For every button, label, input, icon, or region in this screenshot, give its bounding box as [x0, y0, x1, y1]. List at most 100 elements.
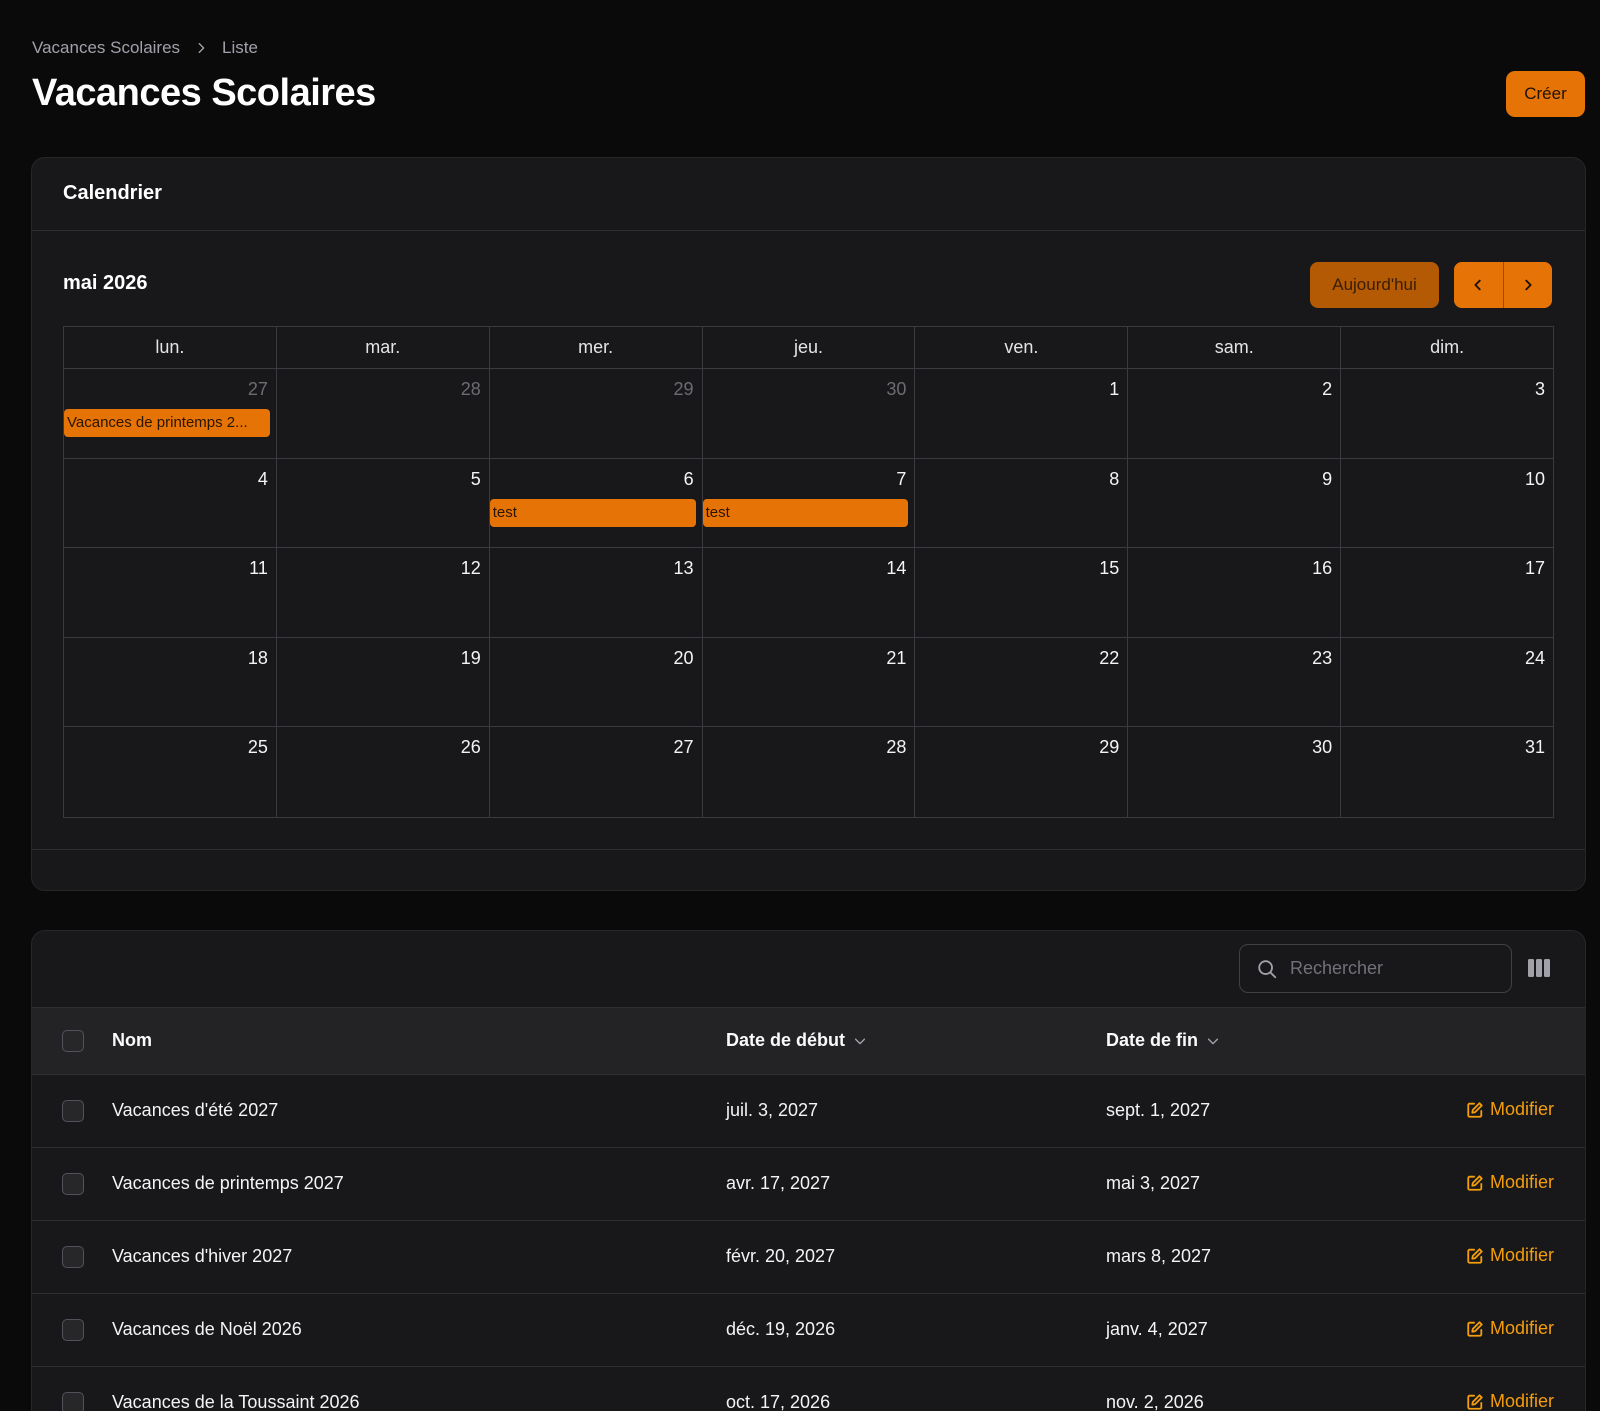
- select-all-checkbox[interactable]: [62, 1030, 84, 1052]
- table-row[interactable]: Vacances de Noël 2026 déc. 19, 2026 janv. …: [32, 1294, 1585, 1367]
- calendar-day-cell[interactable]: 26: [277, 727, 490, 817]
- calendar-day-cell[interactable]: 11: [64, 548, 277, 637]
- calendar-day-cell[interactable]: 13: [490, 548, 703, 637]
- calendar-day-number: 26: [460, 737, 481, 757]
- row-name: Vacances de Noël 2026: [112, 1319, 302, 1339]
- edit-link[interactable]: Modifier: [1466, 1172, 1554, 1193]
- calendar-weeks: 27 Vacances de printemps 2... 28 29 30 1 2 3 4 5 6…: [64, 369, 1553, 817]
- breadcrumb-parent-link[interactable]: Vacances Scolaires: [32, 38, 180, 58]
- calendar-day-cell[interactable]: 16: [1128, 548, 1342, 637]
- edit-link[interactable]: Modifier: [1466, 1245, 1554, 1266]
- calendar-day-number: 2: [1322, 379, 1333, 399]
- calendar-day-cell[interactable]: 25: [64, 727, 277, 817]
- column-header-start-date[interactable]: Date de début: [726, 1030, 867, 1051]
- calendar-footer-divider: [32, 849, 1585, 850]
- calendar-day-cell[interactable]: 14: [703, 548, 916, 637]
- calendar-day-cell[interactable]: 30: [1128, 727, 1342, 817]
- calendar-day-cell[interactable]: 20: [490, 637, 703, 726]
- column-header-name[interactable]: Nom: [112, 1030, 152, 1051]
- row-checkbox[interactable]: [62, 1173, 84, 1195]
- calendar-day-cell[interactable]: 27: [490, 727, 703, 817]
- calendar-day-number: 16: [1312, 558, 1333, 578]
- calendar-day-cell[interactable]: 29: [490, 369, 703, 458]
- edit-icon: [1467, 1174, 1483, 1191]
- calendar-day-cell[interactable]: 23: [1128, 637, 1342, 726]
- column-header-end-date[interactable]: Date de fin: [1106, 1030, 1220, 1051]
- edit-link[interactable]: Modifier: [1466, 1318, 1554, 1339]
- column-header-start-label: Date de début: [726, 1030, 846, 1050]
- edit-icon: [1467, 1320, 1483, 1337]
- chevron-down-icon: [854, 1038, 866, 1044]
- calendar-day-cell[interactable]: 29: [915, 727, 1129, 817]
- calendar-day-cell[interactable]: 18: [64, 637, 277, 726]
- calendar-day-number: 27: [673, 737, 694, 757]
- edit-link-label: Modifier: [1489, 1172, 1554, 1192]
- table-row[interactable]: Vacances de la Toussaint 2026 oct. 17, 20…: [32, 1367, 1585, 1411]
- row-checkbox[interactable]: [62, 1246, 84, 1268]
- edit-link-label: Modifier: [1489, 1245, 1554, 1265]
- calendar-day-cell[interactable]: 3: [1341, 369, 1553, 458]
- calendar-day-cell[interactable]: 8: [915, 458, 1129, 547]
- calendar-day-cell[interactable]: 27 Vacances de printemps 2...: [64, 369, 277, 458]
- edit-link[interactable]: Modifier: [1466, 1391, 1554, 1411]
- calendar-week-row: 18 19 20 21 22 23 24: [64, 637, 1553, 727]
- calendar-day-cell[interactable]: 5: [277, 458, 490, 547]
- calendar-day-cell[interactable]: 10: [1341, 459, 1553, 548]
- calendar-day-cell[interactable]: 28: [277, 369, 490, 458]
- table-row[interactable]: Vacances d'été 2027 juil. 3, 2027 sept. 1,…: [32, 1075, 1585, 1148]
- calendar-day-number: 4: [257, 468, 268, 489]
- calendar-day-cell[interactable]: 30: [703, 369, 916, 458]
- calendar-day-number: 22: [1099, 647, 1120, 668]
- page-title: Vacances Scolaires: [32, 72, 376, 114]
- calendar-grid: lun. mar. mer. jeu. ven. sam. dim. 27 Vac…: [63, 326, 1554, 818]
- toggle-columns-button[interactable]: [1525, 955, 1553, 981]
- calendar-day-number: 9: [1322, 468, 1333, 489]
- calendar-day-cell[interactable]: 28: [703, 727, 916, 817]
- row-checkbox[interactable]: [62, 1319, 84, 1341]
- calendar-day-cell[interactable]: 21: [703, 637, 916, 726]
- calendar-day-cell[interactable]: 31: [1341, 727, 1553, 817]
- edit-link-label: Modifier: [1489, 1391, 1554, 1411]
- edit-link[interactable]: Modifier: [1466, 1099, 1554, 1120]
- calendar-day-number: 8: [1109, 468, 1120, 489]
- today-button[interactable]: Aujourd'hui: [1310, 262, 1439, 308]
- previous-month-button[interactable]: [1454, 262, 1503, 308]
- calendar-day-number: 3: [1535, 379, 1546, 399]
- calendar-day-number: 15: [1099, 558, 1120, 578]
- calendar-day-number: 27: [247, 379, 268, 399]
- calendar-day-cell[interactable]: 19: [277, 637, 490, 726]
- calendar-day-cell[interactable]: 9: [1128, 458, 1342, 547]
- calendar-day-cell[interactable]: 1: [915, 369, 1129, 458]
- row-checkbox[interactable]: [62, 1100, 84, 1122]
- calendar-day-cell[interactable]: 24: [1341, 638, 1553, 727]
- next-month-button[interactable]: [1502, 262, 1552, 308]
- calendar-event[interactable]: test: [489, 498, 696, 527]
- weekday-label: mar.: [277, 327, 490, 368]
- edit-icon: [1467, 1247, 1483, 1264]
- search-box: [1239, 944, 1512, 993]
- calendar-day-cell[interactable]: 17: [1341, 548, 1553, 637]
- calendar-day-number: 13: [673, 558, 694, 578]
- calendar-day-cell[interactable]: 2: [1128, 369, 1342, 458]
- calendar-day-cell[interactable]: 7 test: [702, 458, 916, 547]
- calendar-event[interactable]: Vacances de printemps 2...: [64, 409, 270, 437]
- calendar-day-cell[interactable]: 15: [915, 548, 1129, 637]
- calendar-day-number: 20: [673, 647, 694, 668]
- search-input[interactable]: [1290, 958, 1490, 979]
- calendar-day-cell[interactable]: 4: [64, 458, 277, 547]
- chevron-right-icon: [198, 42, 205, 54]
- column-header-end-label: Date de fin: [1106, 1030, 1199, 1050]
- weekday-label: jeu.: [703, 327, 916, 368]
- edit-link-label: Modifier: [1489, 1318, 1554, 1338]
- calendar-day-number: 12: [460, 558, 481, 578]
- row-name: Vacances d'été 2027: [112, 1100, 279, 1120]
- edit-icon: [1467, 1393, 1483, 1410]
- row-checkbox[interactable]: [62, 1392, 84, 1411]
- calendar-day-cell[interactable]: 12: [277, 548, 490, 637]
- table-row[interactable]: Vacances d'hiver 2027 févr. 20, 2027 mars …: [32, 1221, 1585, 1294]
- create-button[interactable]: Créer: [1506, 71, 1585, 117]
- table-row[interactable]: Vacances de printemps 2027 avr. 17, 2027 m…: [32, 1148, 1585, 1221]
- calendar-event[interactable]: test: [702, 498, 909, 527]
- calendar-day-cell[interactable]: 22: [915, 637, 1129, 726]
- calendar-day-cell[interactable]: 6 test: [489, 458, 703, 547]
